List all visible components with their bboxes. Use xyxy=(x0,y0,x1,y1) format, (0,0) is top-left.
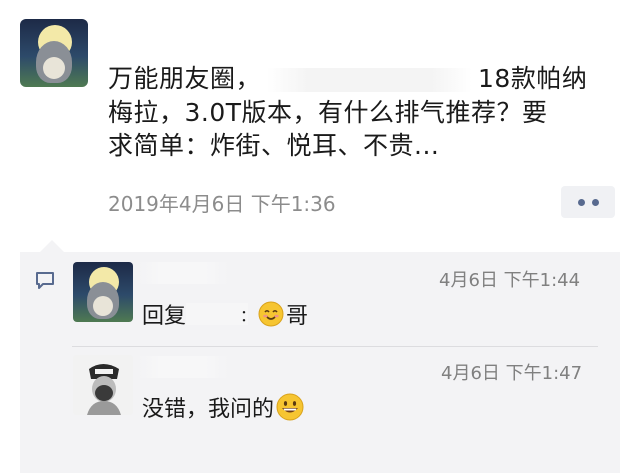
ellipsis-icon xyxy=(591,198,599,206)
commenter-avatar[interactable] xyxy=(73,262,133,322)
reply-label: 回复 xyxy=(142,304,187,329)
comment-divider xyxy=(72,346,598,347)
post-text-line3: 求简单：炸街、悦耳、不贵... xyxy=(108,131,440,160)
comments-panel-notch xyxy=(40,240,64,252)
avatar-figure xyxy=(73,355,133,415)
more-actions-button[interactable] xyxy=(561,186,615,218)
commenter-name-redacted[interactable] xyxy=(138,262,228,284)
comment-body: 没错，我问的 xyxy=(142,397,275,422)
comment-timestamp: 4月6日 下午1:44 xyxy=(439,270,581,291)
post-text-line1-start: 万能朋友圈， xyxy=(108,64,262,93)
ellipsis-icon xyxy=(577,198,585,206)
grinning-face-emoji xyxy=(276,393,304,421)
comment-bubble-icon xyxy=(36,272,54,289)
commenter-avatar[interactable] xyxy=(73,355,133,415)
post-content: 万能朋友圈， 18款帕纳 梅拉，3.0T版本，有什么排气推荐？要 求简单：炸街、悦… xyxy=(108,62,618,163)
post-timestamp: 2019年4月6日 下午1:36 xyxy=(108,192,336,216)
comment-text[interactable]: 回复 ： 哥 xyxy=(142,298,308,330)
comment-text-suffix: 哥 xyxy=(286,304,309,329)
comment-timestamp: 4月6日 下午1:47 xyxy=(441,363,583,384)
comment-text[interactable]: 没错，我问的 xyxy=(142,391,304,423)
reply-separator: ： xyxy=(240,306,257,325)
commenter-name-redacted[interactable] xyxy=(138,356,228,378)
redacted-name xyxy=(267,68,473,92)
post-text-line1-end: 18款帕纳 xyxy=(478,64,588,93)
smiling-face-emoji xyxy=(258,301,284,327)
avatar-totoro-belly xyxy=(43,57,65,79)
reply-target-redacted xyxy=(186,303,249,325)
poster-avatar[interactable] xyxy=(20,19,88,87)
post-text-line2: 梅拉，3.0T版本，有什么排气推荐？要 xyxy=(108,97,548,127)
avatar-totoro-belly xyxy=(93,296,113,316)
